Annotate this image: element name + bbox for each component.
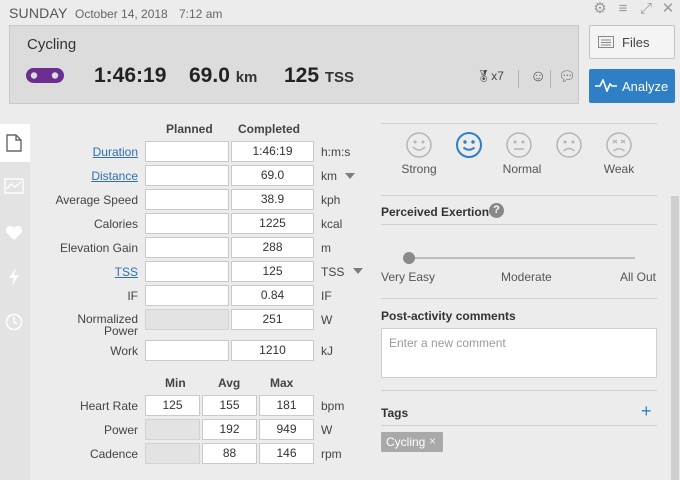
face-normal-icon[interactable] bbox=[505, 131, 533, 159]
add-tag-button[interactable]: + bbox=[641, 401, 652, 422]
face-good-icon[interactable] bbox=[455, 131, 483, 159]
divider bbox=[381, 425, 657, 426]
workout-window: { "header": { "day": "SUNDAY", "date": "… bbox=[0, 0, 680, 480]
feel-label-weak: Weak bbox=[603, 162, 635, 176]
divider bbox=[381, 123, 657, 124]
exertion-mid-label: Moderate bbox=[501, 270, 552, 284]
tags-title: Tags bbox=[381, 406, 409, 420]
help-icon[interactable]: ? bbox=[489, 203, 504, 218]
exertion-max-label: All Out bbox=[620, 270, 657, 284]
divider bbox=[381, 224, 657, 225]
face-tired-icon[interactable] bbox=[555, 131, 583, 159]
exertion-title: Perceived Exertion bbox=[381, 205, 490, 219]
divider bbox=[381, 390, 657, 391]
comment-placeholder: Enter a new comment bbox=[389, 336, 506, 350]
comment-input[interactable]: Enter a new comment bbox=[381, 328, 657, 378]
exertion-slider-knob[interactable] bbox=[403, 252, 415, 264]
feedback-panel: Strong Normal Weak Perceived Exertion ? … bbox=[0, 0, 680, 480]
divider bbox=[381, 195, 657, 196]
tag-chip[interactable]: Cycling × bbox=[381, 432, 443, 452]
face-strong-icon[interactable] bbox=[405, 131, 433, 159]
comments-title: Post-activity comments bbox=[381, 309, 516, 323]
exertion-slider-track[interactable] bbox=[409, 257, 635, 259]
scrollbar[interactable] bbox=[671, 196, 679, 480]
face-weak-icon[interactable] bbox=[605, 131, 633, 159]
exertion-min-label: Very Easy bbox=[381, 270, 436, 284]
tag-remove-icon[interactable]: × bbox=[429, 434, 436, 448]
feel-label-strong: Strong bbox=[401, 162, 437, 176]
tag-label: Cycling bbox=[386, 435, 426, 449]
divider bbox=[381, 298, 657, 299]
feel-label-normal: Normal bbox=[502, 162, 542, 176]
